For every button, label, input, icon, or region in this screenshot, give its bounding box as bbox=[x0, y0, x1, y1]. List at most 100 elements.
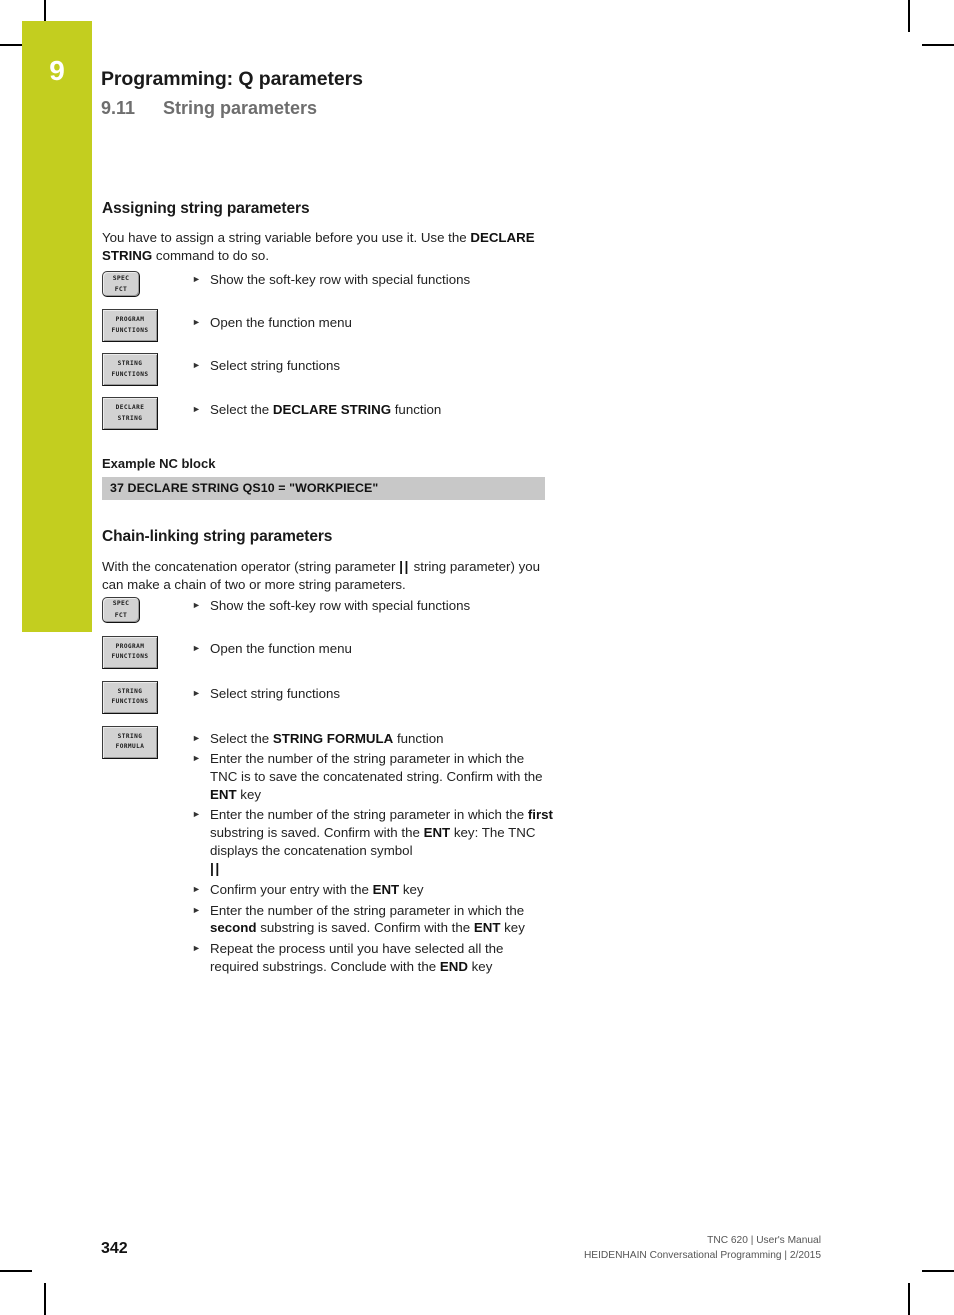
instruction-text-bold: STRING FORMULA bbox=[272, 730, 394, 746]
list-item: ► Select the DECLARE STRING function bbox=[192, 401, 554, 419]
instruction-text-bold: DECLARE STRING bbox=[272, 402, 392, 418]
list-item: ► Enter the number of the string paramete… bbox=[192, 902, 554, 937]
section-number: 9.11 bbox=[101, 98, 136, 119]
softkey-label-line2: FORMULA bbox=[115, 743, 145, 751]
instruction-text-plain: Enter the number of the string parameter… bbox=[210, 807, 528, 823]
softkey-string-functions[interactable]: STRING FUNCTIONS bbox=[102, 353, 158, 387]
instruction-cell: ► Open the function menu bbox=[192, 635, 554, 658]
triangle-bullet-icon: ► bbox=[192, 943, 201, 954]
crop-mark-bottom-left-vertical bbox=[44, 1283, 46, 1315]
softkey-cell: STRING FUNCTIONS bbox=[102, 352, 192, 387]
step-row: DECLARE STRING ► Select the DECLARE STRI… bbox=[102, 396, 554, 431]
instruction-cell: ► Select the DECLARE STRING function bbox=[192, 396, 554, 419]
softkey-declare-string[interactable]: DECLARE STRING bbox=[102, 397, 158, 431]
softkey-label-line1: SPEC bbox=[112, 274, 130, 283]
section-heading: 9.11 String parameters bbox=[101, 98, 363, 119]
step-row: STRING FUNCTIONS ► Select string functio… bbox=[102, 680, 554, 714]
instruction-text: Select string functions bbox=[210, 358, 341, 374]
softkey-cell: STRING FUNCTIONS bbox=[102, 680, 192, 714]
crop-mark-bottom-right-vertical bbox=[908, 1283, 910, 1315]
triangle-bullet-icon: ► bbox=[192, 687, 201, 698]
softkey-string-functions[interactable]: STRING FUNCTIONS bbox=[102, 680, 158, 714]
list-item: ► Confirm your entry with the ENT key bbox=[192, 881, 554, 899]
instruction-text-plain: key bbox=[467, 958, 493, 974]
instruction-text: Open the function menu bbox=[210, 315, 352, 331]
intro-text-part1: You have to assign a string variable bef… bbox=[102, 230, 471, 245]
triangle-bullet-icon: ► bbox=[192, 317, 201, 328]
triangle-bullet-icon: ► bbox=[192, 884, 201, 895]
intro-text-part1: With the concatenation operator (string … bbox=[102, 559, 400, 575]
instruction-cell: ► Select string functions bbox=[192, 352, 554, 375]
instruction-cell: ► Open the function menu bbox=[192, 308, 554, 332]
crop-mark-top-right-vertical bbox=[908, 0, 910, 32]
triangle-bullet-icon: ► bbox=[192, 404, 201, 415]
instruction-text-bold: first bbox=[527, 807, 553, 823]
instruction-text: Open the function menu bbox=[210, 640, 352, 656]
softkey-label-line1: PROGRAM bbox=[115, 642, 145, 650]
step-row: STRING FORMULA ► Select the STRING FORMUL… bbox=[102, 725, 554, 976]
list-item: ► Select string functions bbox=[192, 357, 554, 375]
step-row: PROGRAM FUNCTIONS ► Open the function me… bbox=[102, 635, 554, 669]
softkey-program-functions[interactable]: PROGRAM FUNCTIONS bbox=[102, 635, 158, 669]
list-item: ► Open the function menu bbox=[192, 314, 554, 332]
intro-paragraph-assigning: You have to assign a string variable bef… bbox=[102, 229, 554, 264]
instruction-cell: ► Show the soft-key row with special fun… bbox=[192, 596, 554, 615]
instruction-text-bold: END bbox=[439, 958, 468, 974]
softkey-label-line2: FUNCTIONS bbox=[111, 326, 149, 334]
instruction-text: Show the soft-key row with special funct… bbox=[210, 597, 471, 613]
list-item: ► Enter the number of the string paramete… bbox=[192, 806, 554, 878]
list-item: ► Show the soft-key row with special fun… bbox=[192, 597, 554, 615]
chapter-tab bbox=[22, 21, 92, 632]
softkey-label-line1: STRING bbox=[117, 360, 143, 368]
softkey-label-line2: FUNCTIONS bbox=[111, 698, 149, 706]
page-title: Programming: Q parameters bbox=[101, 68, 363, 90]
chapter-number: 9 bbox=[49, 55, 65, 86]
instruction-text-bold: ENT bbox=[372, 882, 400, 898]
softkey-label-line2: FUNCTIONS bbox=[111, 653, 149, 661]
softkey-string-formula[interactable]: STRING FORMULA bbox=[102, 725, 158, 759]
instruction-cell: ► Show the soft-key row with special fun… bbox=[192, 270, 554, 289]
softkey-cell: PROGRAM FUNCTIONS bbox=[102, 308, 192, 343]
instruction-text: Confirm your entry with the ENT key bbox=[210, 881, 554, 899]
instruction-text-bold: second bbox=[210, 920, 257, 936]
instruction-text-plain: key bbox=[500, 920, 525, 936]
triangle-bullet-icon: ► bbox=[192, 809, 201, 820]
softkey-label-line1: STRING bbox=[117, 732, 143, 740]
footer-line-2: HEIDENHAIN Conversational Programming | … bbox=[583, 1249, 821, 1261]
triangle-bullet-icon: ► bbox=[192, 274, 201, 285]
softkey-label-line2: STRING bbox=[117, 414, 143, 422]
softkey-spec-fct[interactable]: SPEC FCT bbox=[102, 596, 140, 623]
softkey-label-line1: SPEC bbox=[112, 599, 130, 608]
softkey-program-functions[interactable]: PROGRAM FUNCTIONS bbox=[102, 309, 158, 343]
instruction-text-plain: function bbox=[393, 730, 444, 746]
instruction-text: Enter the number of the string parameter… bbox=[210, 902, 554, 937]
triangle-bullet-icon: ► bbox=[192, 360, 201, 371]
list-item: ► Select string functions bbox=[192, 685, 554, 703]
crop-mark-bottom-left-horizontal bbox=[0, 1270, 32, 1272]
instruction-text-plain: substring is saved. Confirm with the bbox=[210, 825, 424, 841]
instruction-text-pre: Select the bbox=[210, 402, 273, 418]
heading-assigning-string-parameters: Assigning string parameters bbox=[102, 200, 310, 217]
list-item: ► Show the soft-key row with special fun… bbox=[192, 271, 554, 289]
step-row: SPEC FCT ► Show the soft-key row with sp… bbox=[102, 270, 554, 298]
instruction-cell: ► Select string functions bbox=[192, 680, 554, 703]
crop-mark-bottom-right-horizontal bbox=[922, 1270, 954, 1272]
instruction-text-bold: ENT bbox=[473, 920, 501, 936]
section-title: String parameters bbox=[163, 98, 318, 119]
page-content: Assigning string parameters You have to … bbox=[102, 200, 554, 975]
concatenation-operator-symbol: || bbox=[210, 860, 221, 877]
page-number: 342 bbox=[101, 1240, 128, 1257]
triangle-bullet-icon: ► bbox=[192, 599, 201, 610]
steps-assigning: SPEC FCT ► Show the soft-key row with sp… bbox=[102, 270, 554, 431]
instruction-text-plain: key bbox=[399, 882, 424, 898]
triangle-bullet-icon: ► bbox=[192, 753, 201, 764]
concatenation-operator-symbol: || bbox=[399, 558, 410, 575]
softkey-label-line1: PROGRAM bbox=[115, 316, 145, 324]
step-row: SPEC FCT ► Show the soft-key row with sp… bbox=[102, 596, 554, 623]
instruction-text: Select the STRING FORMULA function bbox=[210, 730, 554, 748]
softkey-spec-fct[interactable]: SPEC FCT bbox=[102, 271, 140, 298]
softkey-label-line2: FUNCTIONS bbox=[111, 370, 149, 378]
instruction-text: Repeat the process until you have select… bbox=[210, 940, 554, 975]
softkey-cell: PROGRAM FUNCTIONS bbox=[102, 635, 192, 669]
instruction-list: ► Select the STRING FORMULA function ► Ente… bbox=[192, 725, 554, 976]
